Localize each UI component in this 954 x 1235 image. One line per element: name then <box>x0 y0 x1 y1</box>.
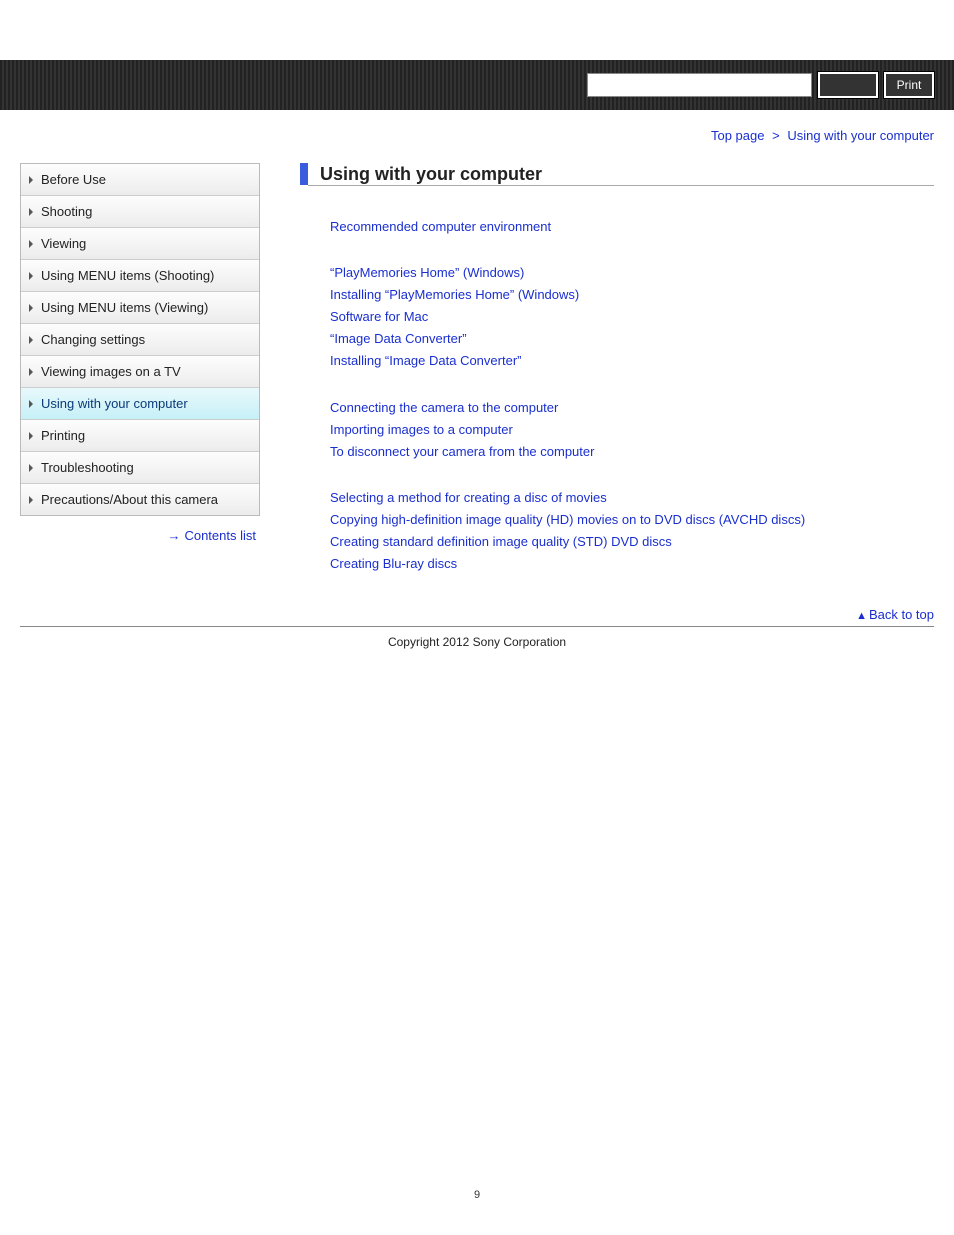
caret-right-icon <box>29 432 33 440</box>
sidebar-item-6[interactable]: Viewing images on a TV <box>21 356 259 388</box>
page-title-bar: Using with your computer <box>300 163 934 186</box>
caret-right-icon <box>29 176 33 184</box>
sidebar-item-label: Viewing images on a TV <box>41 364 181 379</box>
page-number: 9 <box>0 1189 954 1221</box>
sidebar-item-5[interactable]: Changing settings <box>21 324 259 356</box>
breadcrumb-separator: > <box>772 128 780 143</box>
main-container: Before Use Shooting Viewing Using MENU item… <box>0 153 954 599</box>
contents-list: → Contents list <box>20 516 260 543</box>
content-link-3-2[interactable]: Creating standard definition image quali… <box>330 531 934 553</box>
sidebar-item-label: Before Use <box>41 172 106 187</box>
section-1: “PlayMemories Home” (Windows)Installing … <box>300 262 934 372</box>
sidebar-item-3[interactable]: Using MENU items (Shooting) <box>21 260 259 292</box>
link-list: “PlayMemories Home” (Windows)Installing … <box>330 262 934 372</box>
page-title: Using with your computer <box>308 163 934 186</box>
breadcrumb-current: Using with your computer <box>787 128 934 143</box>
breadcrumb: Top page > Using with your computer <box>0 110 954 153</box>
content-link-2-2[interactable]: To disconnect your camera from the compu… <box>330 441 934 463</box>
content-link-1-3[interactable]: “Image Data Converter” <box>330 328 934 350</box>
content-link-3-3[interactable]: Creating Blu-ray discs <box>330 553 934 575</box>
sidebar-item-9[interactable]: Troubleshooting <box>21 452 259 484</box>
link-list: Selecting a method for creating a disc o… <box>330 487 934 575</box>
caret-right-icon <box>29 240 33 248</box>
sidebar-item-7[interactable]: Using with your computer <box>21 388 259 420</box>
title-marker-icon <box>300 163 308 185</box>
section-3: Selecting a method for creating a disc o… <box>300 487 934 575</box>
caret-right-icon <box>29 272 33 280</box>
contents-list-link[interactable]: Contents list <box>184 528 256 543</box>
link-list: Recommended computer environment <box>330 216 934 238</box>
caret-right-icon <box>29 336 33 344</box>
print-button[interactable]: Print <box>884 72 934 98</box>
caret-right-icon <box>29 400 33 408</box>
sidebar-item-10[interactable]: Precautions/About this camera <box>21 484 259 515</box>
section-2: Connecting the camera to the computerImp… <box>300 397 934 463</box>
sidebar-item-1[interactable]: Shooting <box>21 196 259 228</box>
arrow-icon: → <box>167 528 180 543</box>
sidebar-item-0[interactable]: Before Use <box>21 164 259 196</box>
content-link-2-1[interactable]: Importing images to a computer <box>330 419 934 441</box>
link-list: Connecting the camera to the computerImp… <box>330 397 934 463</box>
content-link-1-2[interactable]: Software for Mac <box>330 306 934 328</box>
sidebar-item-label: Troubleshooting <box>41 460 134 475</box>
content-link-1-0[interactable]: “PlayMemories Home” (Windows) <box>330 262 934 284</box>
top-spacer <box>0 0 954 60</box>
caret-right-icon <box>29 304 33 312</box>
main-content: Using with your computer Recommended com… <box>260 163 934 599</box>
copyright: Copyright 2012 Sony Corporation <box>0 627 954 669</box>
caret-right-icon <box>29 496 33 504</box>
section-0: Recommended computer environment <box>300 216 934 238</box>
back-to-top: ▲Back to top <box>0 599 954 626</box>
sidebar-item-label: Using MENU items (Shooting) <box>41 268 214 283</box>
sidebar-item-4[interactable]: Using MENU items (Viewing) <box>21 292 259 324</box>
caret-right-icon <box>29 368 33 376</box>
content-link-3-0[interactable]: Selecting a method for creating a disc o… <box>330 487 934 509</box>
sidebar-item-label: Using with your computer <box>41 396 188 411</box>
content-link-3-1[interactable]: Copying high-definition image quality (H… <box>330 509 934 531</box>
sidebar: Before Use Shooting Viewing Using MENU item… <box>20 163 260 516</box>
sidebar-item-8[interactable]: Printing <box>21 420 259 452</box>
sidebar-item-label: Shooting <box>41 204 92 219</box>
content-link-0-0[interactable]: Recommended computer environment <box>330 216 934 238</box>
header-band: Print <box>0 60 954 110</box>
breadcrumb-top-link[interactable]: Top page <box>711 128 765 143</box>
sidebar-item-label: Using MENU items (Viewing) <box>41 300 208 315</box>
search-button[interactable] <box>818 72 878 98</box>
content-link-2-0[interactable]: Connecting the camera to the computer <box>330 397 934 419</box>
sidebar-item-label: Precautions/About this camera <box>41 492 218 507</box>
triangle-up-icon: ▲ <box>856 610 867 622</box>
content-link-1-1[interactable]: Installing “PlayMemories Home” (Windows) <box>330 284 934 306</box>
search-input[interactable] <box>587 73 812 97</box>
caret-right-icon <box>29 464 33 472</box>
sidebar-item-label: Changing settings <box>41 332 145 347</box>
back-to-top-link[interactable]: Back to top <box>869 607 934 622</box>
sidebar-item-2[interactable]: Viewing <box>21 228 259 260</box>
sidebar-item-label: Viewing <box>41 236 86 251</box>
caret-right-icon <box>29 208 33 216</box>
sidebar-wrapper: Before Use Shooting Viewing Using MENU item… <box>20 163 260 543</box>
sidebar-item-label: Printing <box>41 428 85 443</box>
content-link-1-4[interactable]: Installing “Image Data Converter” <box>330 350 934 372</box>
